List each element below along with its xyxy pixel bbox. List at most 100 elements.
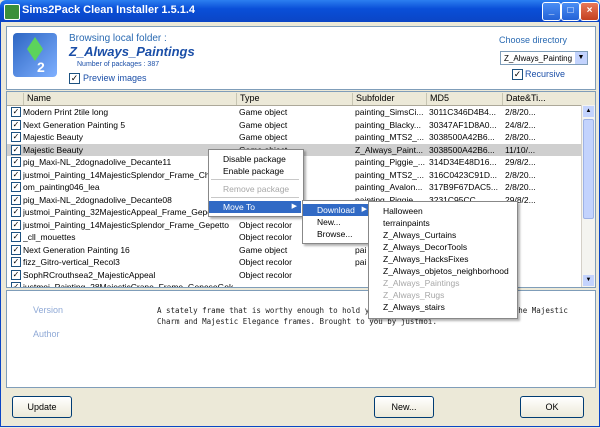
menu-item-remove[interactable]: Remove package <box>209 183 301 195</box>
cell-name: Majestic Beauty <box>23 144 83 155</box>
scroll-thumb[interactable] <box>583 119 594 219</box>
update-button[interactable]: Update <box>12 396 72 418</box>
cell-name: SophRCrouthsea2_MajesticAppeal <box>23 269 156 280</box>
menu-item-move-to[interactable]: Move To ▶ <box>209 201 301 213</box>
choose-directory-label: Choose directory <box>499 35 568 45</box>
cell-date: 2/8/20... <box>505 107 536 117</box>
app-icon <box>4 4 20 20</box>
move-to-label: Move To <box>223 202 255 212</box>
cell-name: justmoi_Painting_14MajesticSplendor_Fram… <box>23 219 230 230</box>
row-checkbox[interactable]: ✓ <box>11 157 21 167</box>
column-name[interactable]: Name <box>23 93 236 105</box>
cell-sub: painting_Blacky... <box>355 119 421 130</box>
row-checkbox[interactable]: ✓ <box>11 144 21 155</box>
submenu-item-browse[interactable]: Browse... <box>303 228 371 240</box>
cell-md5: 317B9F67DAC5... <box>429 182 498 192</box>
menu-separator <box>211 197 299 198</box>
row-checkbox[interactable]: ✓ <box>11 182 21 192</box>
column-date[interactable]: Date&Ti... <box>502 93 581 105</box>
row-checkbox[interactable]: ✓ <box>11 269 21 280</box>
row-checkbox[interactable]: ✓ <box>11 207 21 217</box>
minimize-button[interactable]: _ <box>542 2 561 21</box>
column-subfolder[interactable]: Subfolder <box>352 93 426 105</box>
submenu-item-new[interactable]: New... <box>303 216 371 228</box>
folder-item[interactable]: Z_Always_HacksFixes <box>369 253 515 265</box>
table-row[interactable]: ✓ Next Generation Painting 5 Game object pa… <box>7 119 581 132</box>
cell-name: Next Generation Painting 16 <box>23 244 130 255</box>
cell-sub: painting_Piggie_... <box>355 157 425 167</box>
folder-item[interactable]: terrainpaints <box>369 217 515 229</box>
cell-date: 11/10/... <box>505 144 536 155</box>
row-checkbox[interactable]: ✓ <box>11 282 21 287</box>
cell-name: Next Generation Painting 5 <box>23 119 126 130</box>
row-checkbox[interactable]: ✓ <box>11 257 21 267</box>
cell-name: pig_Maxi-NL_2dognadolive_Decante11 <box>23 157 172 167</box>
cell-md5: 3038500A42B6... <box>429 132 495 142</box>
menu-item-disable[interactable]: Disable package <box>209 153 301 165</box>
row-checkbox[interactable]: ✓ <box>11 219 21 230</box>
cell-name: justmoi_Painting_32MajesticAppeal_Frame_… <box>23 207 222 217</box>
recursive-checkbox[interactable]: ✓ <box>512 69 523 80</box>
row-checkbox[interactable]: ✓ <box>11 132 21 142</box>
menu-item-enable[interactable]: Enable package <box>209 165 301 177</box>
move-to-submenu: Download ▶ New... Browse... <box>302 200 374 244</box>
folder-item[interactable]: Halloween <box>369 205 515 217</box>
folder-item[interactable]: Z_Always_Curtains <box>369 229 515 241</box>
cell-name: fizz_Gitro-vertical_Recol3 <box>23 257 120 267</box>
menu-separator <box>211 179 299 180</box>
title-bar: Sims2Pack Clean Installer 1.5.1.4 _ □ × <box>0 0 600 22</box>
plumbob-icon <box>27 37 43 61</box>
new-button[interactable]: New... <box>374 396 434 418</box>
folder-item[interactable]: Z_Always_Paintings <box>369 277 515 289</box>
window-title: Sims2Pack Clean Installer 1.5.1.4 <box>22 4 196 16</box>
recursive-label: Recursive <box>525 69 566 79</box>
cell-name: om_painting046_lea <box>23 182 100 192</box>
cell-type: Game object <box>239 132 288 142</box>
row-checkbox[interactable]: ✓ <box>11 107 21 117</box>
scroll-down-icon[interactable]: ▼ <box>583 275 594 286</box>
cell-sub: painting_Avalon... <box>355 182 423 192</box>
cell-sub: painting_SimsCi... <box>355 107 424 117</box>
folder-item[interactable]: Z_Always_objetos_neighborhood <box>369 265 515 277</box>
cell-type: Object recolor <box>239 269 292 280</box>
cell-md5: 3038500A42B6... <box>429 144 495 155</box>
sims2-logo: 2 <box>13 33 57 77</box>
cell-name: justmoi_Painting_28MajesticCrane_Frame_G… <box>23 282 233 288</box>
row-checkbox[interactable]: ✓ <box>11 232 21 242</box>
cell-name: Modern Print 2tile long <box>23 107 109 117</box>
folder-item[interactable]: Z_Always_stairs <box>369 301 515 313</box>
browse-label: Browsing local folder : <box>69 33 167 44</box>
maximize-button[interactable]: □ <box>561 2 580 21</box>
version-label: Version <box>33 305 64 315</box>
table-row[interactable]: ✓ Majestic Beauty Game object painting_MTS2… <box>7 131 581 144</box>
ok-button[interactable]: OK <box>520 396 584 418</box>
close-button[interactable]: × <box>580 2 599 21</box>
table-row[interactable]: ✓ Modern Print 2tile long Game object paint… <box>7 106 581 119</box>
row-checkbox[interactable]: ✓ <box>11 244 21 255</box>
submenu-item-download[interactable]: Download ▶ <box>303 204 371 216</box>
scroll-up-icon[interactable]: ▲ <box>583 106 594 117</box>
cell-date: 29/8/2... <box>505 157 536 167</box>
package-count: Number of packages : 387 <box>77 61 160 68</box>
cell-date: 2/8/20... <box>505 182 536 192</box>
row-checkbox[interactable]: ✓ <box>11 119 21 130</box>
chevron-right-icon: ▶ <box>361 206 367 213</box>
preview-label: Preview images <box>83 73 147 83</box>
directory-value: Z_Always_Painting <box>504 54 573 63</box>
directory-select[interactable]: Z_Always_Painting ▼ <box>500 51 588 65</box>
download-label: Download <box>317 205 355 215</box>
row-checkbox[interactable]: ✓ <box>11 194 21 205</box>
table-scrollbar[interactable]: ▲ ▼ <box>581 105 595 287</box>
column-md5[interactable]: MD5 <box>426 93 502 105</box>
row-checkbox[interactable]: ✓ <box>11 169 21 180</box>
column-type[interactable]: Type <box>236 93 352 105</box>
cell-date: 24/8/2... <box>505 119 536 130</box>
preview-checkbox[interactable]: ✓ <box>69 73 80 84</box>
cell-type: Object recolor <box>239 257 292 267</box>
chevron-down-icon[interactable]: ▼ <box>575 52 587 64</box>
cell-type: Game object <box>239 119 288 130</box>
cell-date: 2/8/20... <box>505 169 536 180</box>
folder-item[interactable]: Z_Always_Rugs <box>369 289 515 301</box>
cell-name: pig_Maxi-NL_2dognadolive_Decante08 <box>23 194 172 205</box>
folder-item[interactable]: Z_Always_DecorTools <box>369 241 515 253</box>
